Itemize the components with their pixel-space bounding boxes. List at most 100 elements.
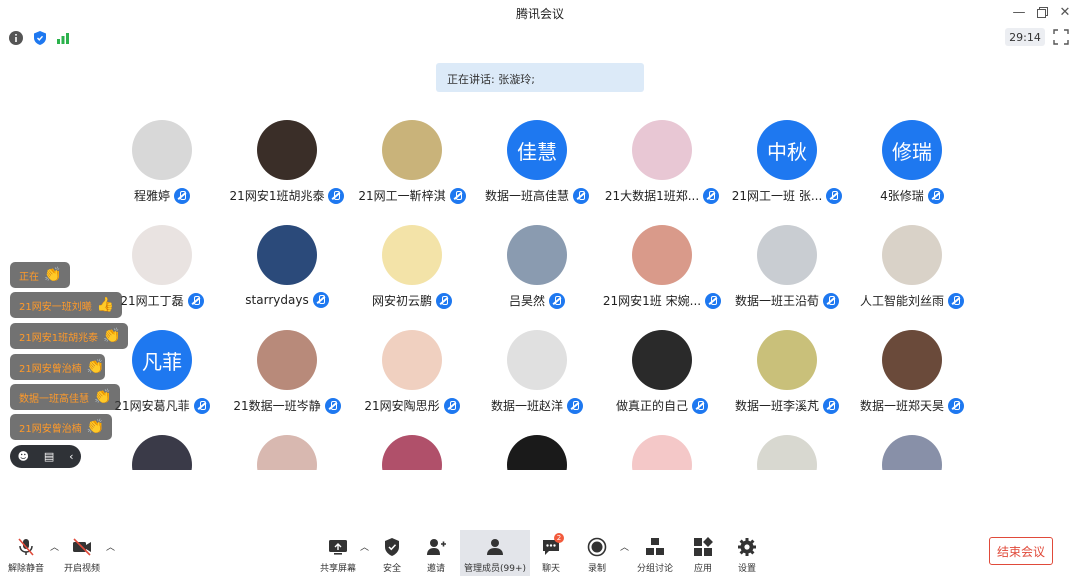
record-label: 录制 [587,564,606,574]
invite-icon [427,539,446,555]
chevron-up-icon[interactable]: ︿ [106,540,115,553]
avatar [382,225,442,285]
avatar: 凡菲 [132,330,192,390]
info-bar [0,26,1080,50]
participant-tile[interactable]: 21大数据1班郑... [592,120,732,220]
apps-icon [694,537,713,556]
apps-label: 应用 [693,564,712,574]
avatar [507,225,567,285]
participant-tile[interactable]: 中秋 21网工一班 张... [717,120,857,220]
settings-button[interactable]: 设置 [732,530,762,576]
participant-tile[interactable] [217,435,357,470]
participant-tile[interactable]: 数据一班郑天昊 [842,330,982,430]
chat-bubble-icon[interactable]: ▤ [44,450,54,463]
signal-icon[interactable] [56,31,70,45]
avatar [132,120,192,180]
restore-icon[interactable] [1031,2,1053,22]
participant-name: 21数据一班岑静 [233,399,321,413]
participant-tile[interactable] [92,435,232,470]
participant-tile[interactable] [592,435,732,470]
participant-name-row: starrydays [217,292,357,308]
chevron-up-icon[interactable]: ︿ [50,540,59,553]
participant-tile[interactable]: starrydays [217,225,357,325]
participant-tile[interactable]: 21网安陶思彤 [342,330,482,430]
start-video-button[interactable]: 开启视频 [60,530,104,576]
close-icon[interactable]: ✕ [1054,2,1076,22]
mic-muted-icon [312,292,329,308]
share-screen-label: 共享屏幕 [319,564,356,574]
participant-tile[interactable]: 人工智能刘丝雨 [842,225,982,325]
participant-tile[interactable]: 数据一班赵洋 [467,330,607,430]
participant-tile[interactable]: 网安初云鹏 [342,225,482,325]
share-screen-button[interactable]: 共享屏幕 [318,530,358,576]
avatar [257,225,317,285]
participant-name: 数据一班赵洋 [490,399,563,413]
breakout-rooms-button[interactable]: 分组讨论 [634,530,676,576]
manage-members-button[interactable]: 管理成员(99+) [460,530,530,576]
participant-name-row: 人工智能刘丝雨 [842,292,982,309]
avatar-text: 凡菲 [142,349,182,374]
mic-muted-icon [449,187,466,204]
participant-tile[interactable] [467,435,607,470]
clap-icon: 👏 [94,389,112,405]
participant-tile[interactable]: 21数据一班岑静 [217,330,357,430]
chat-quick-bar[interactable]: ☻ ▤ ‹ [10,445,81,468]
security-label: 安全 [382,564,401,574]
participant-name-row: 数据一班高佳慧 [467,187,607,204]
avatar [757,330,817,390]
chevron-up-icon[interactable]: ︿ [360,540,369,553]
participant-name: 21网工一靳梓淇 [358,189,446,203]
participant-tile[interactable]: 21网安1班胡兆泰 [217,120,357,220]
participant-tile[interactable]: 21网工一靳梓淇 [342,120,482,220]
participant-tile[interactable] [717,435,857,470]
participant-name: 21网安1班 宋婉... [602,294,702,308]
participant-tile[interactable]: 数据一班王沿荀 [717,225,857,325]
minimize-icon[interactable]: — [1008,2,1030,22]
mic-muted-icon [826,187,843,204]
clap-icon: 👏 [103,328,121,344]
participant-tile[interactable]: 程雅婷 [92,120,232,220]
avatar [382,120,442,180]
participant-tile[interactable]: 吕昊然 [467,225,607,325]
participant-tile[interactable] [842,435,982,470]
end-meeting-button[interactable]: 结束会议 [989,537,1053,565]
participant-tile[interactable]: 数据一班李溪芃 [717,330,857,430]
avatar [757,435,817,470]
participant-tile[interactable] [342,435,482,470]
avatar-text: 修瑞 [892,139,932,164]
chevron-up-icon[interactable]: ︿ [620,540,629,553]
clap-icon: 👏 [86,359,105,375]
participant-name: 做真正的自己 [615,399,688,413]
participant-tile[interactable]: 做真正的自己 [592,330,732,430]
reaction-sender: 21网安1班胡兆泰 [19,332,99,344]
participant-name-row: 4张修瑞 [842,187,982,204]
start-video-label: 开启视频 [63,564,100,574]
meeting-timer: 29:14 [1005,28,1045,46]
avatar [132,435,192,470]
unmute-button[interactable]: 解除静音 [4,530,48,576]
chevron-left-icon[interactable]: ‹ [69,450,73,463]
participant-tile[interactable]: 修瑞 4张修瑞 [842,120,982,220]
participant-tile[interactable]: 21网安1班 宋婉... [592,225,732,325]
shield-icon[interactable] [33,31,47,45]
participant-name: starrydays [245,293,309,307]
fullscreen-icon[interactable] [1052,28,1070,46]
security-button[interactable]: 安全 [374,530,410,576]
bottom-toolbar: 解除静音 ︿ 开启视频 ︿ 共享屏幕 ︿ 安全 邀请 管理成员(99+) 聊天 [0,530,1080,576]
invite-button[interactable]: 邀请 [418,530,454,576]
avatar: 中秋 [757,120,817,180]
apps-button[interactable]: 应用 [688,530,718,576]
participant-tile[interactable]: 佳慧 数据一班高佳慧 [467,120,607,220]
reaction-sender: 21网安曾治楠 [19,423,82,435]
speaking-banner: 正在讲话: 张漩玲; [436,63,644,92]
emoji-icon[interactable]: ☻ [17,450,28,463]
participant-name: 数据一班王沿荀 [734,294,819,308]
record-button[interactable]: 录制 [582,530,612,576]
mic-muted-icon [18,538,34,556]
manage-members-label: 管理成员(99+) [463,564,527,574]
mic-muted-icon [927,187,944,204]
mic-muted-icon [692,397,708,414]
avatar [632,225,692,285]
participant-name-row: 21大数据1班郑... [592,187,732,204]
info-icon[interactable] [9,31,23,45]
